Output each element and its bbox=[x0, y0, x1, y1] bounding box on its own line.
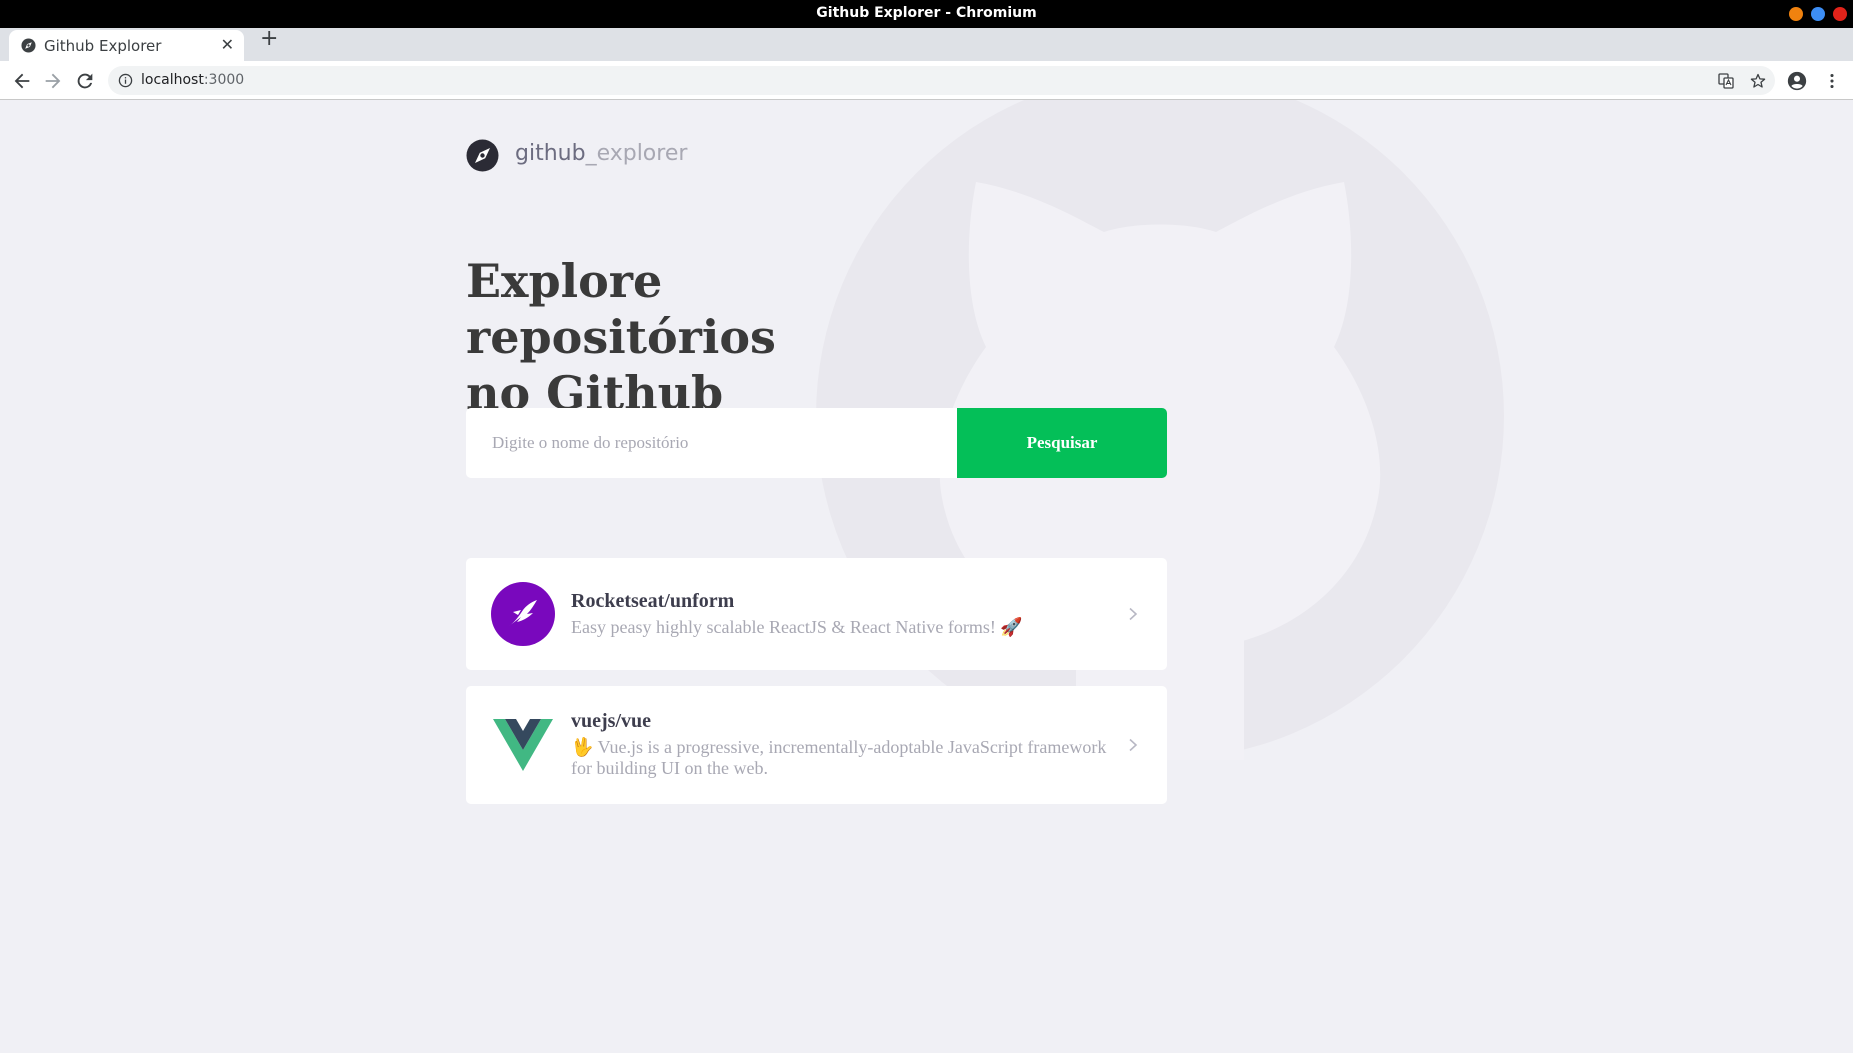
forward-arrow-icon[interactable] bbox=[42, 70, 64, 92]
logo-text-accent: _explorer bbox=[585, 141, 688, 166]
url-host: localhost bbox=[141, 72, 204, 88]
profile-avatar-icon[interactable] bbox=[1786, 70, 1808, 92]
page-title-line-1: Explore repositórios bbox=[466, 254, 776, 364]
bookmark-star-icon[interactable] bbox=[1750, 73, 1766, 89]
site-info-icon[interactable] bbox=[118, 73, 133, 88]
address-bar[interactable]: localhost:3000 bbox=[108, 66, 1775, 95]
tab-github-explorer[interactable]: Github Explorer ✕ bbox=[9, 30, 244, 61]
compass-logo-icon bbox=[466, 139, 499, 172]
url-text[interactable]: localhost:3000 bbox=[141, 72, 244, 88]
window-titlebar: Github Explorer - Chromium bbox=[0, 0, 1853, 28]
page-title: Explore repositórios no Github bbox=[466, 253, 966, 421]
browser-toolbar: localhost:3000 bbox=[0, 61, 1853, 100]
repository-card[interactable]: vuejs/vue 🖖 Vue.js is a progressive, inc… bbox=[466, 686, 1167, 804]
translate-icon[interactable] bbox=[1718, 73, 1734, 89]
chevron-right-icon bbox=[1129, 738, 1138, 752]
maximize-button[interactable] bbox=[1811, 7, 1825, 21]
reload-icon[interactable] bbox=[74, 70, 96, 92]
menu-kebab-icon[interactable] bbox=[1821, 70, 1843, 92]
window-title: Github Explorer - Chromium bbox=[816, 5, 1037, 21]
logo-text: github_explorer bbox=[515, 141, 687, 166]
tab-close-icon[interactable]: ✕ bbox=[221, 35, 234, 54]
close-window-button[interactable] bbox=[1833, 7, 1847, 21]
github-favicon-icon bbox=[21, 38, 36, 53]
repository-name: vuejs/vue bbox=[571, 710, 651, 732]
search-button[interactable]: Pesquisar bbox=[957, 408, 1167, 478]
repository-search-input[interactable] bbox=[466, 408, 957, 478]
repository-name: Rocketseat/unform bbox=[571, 590, 735, 612]
repository-description: Easy peasy highly scalable ReactJS & Rea… bbox=[571, 617, 1023, 637]
unform-logo-icon bbox=[491, 582, 555, 646]
new-tab-button[interactable]: + bbox=[260, 26, 278, 51]
repository-description: 🖖 Vue.js is a progressive, incrementally… bbox=[571, 737, 1107, 778]
url-port: :3000 bbox=[203, 72, 245, 88]
chevron-right-icon bbox=[1129, 607, 1138, 621]
search-form: Pesquisar bbox=[466, 408, 1167, 478]
back-arrow-icon[interactable] bbox=[11, 70, 33, 92]
tab-strip: Github Explorer ✕ + bbox=[0, 26, 1853, 61]
page-content: github_explorer Explore repositórios no … bbox=[0, 100, 1853, 1053]
tab-title: Github Explorer bbox=[44, 37, 162, 55]
repository-card[interactable]: Rocketseat/unform Easy peasy highly scal… bbox=[466, 558, 1167, 670]
vue-logo-icon bbox=[493, 719, 553, 771]
logo-text-main: github bbox=[515, 141, 586, 166]
minimize-button[interactable] bbox=[1789, 7, 1803, 21]
